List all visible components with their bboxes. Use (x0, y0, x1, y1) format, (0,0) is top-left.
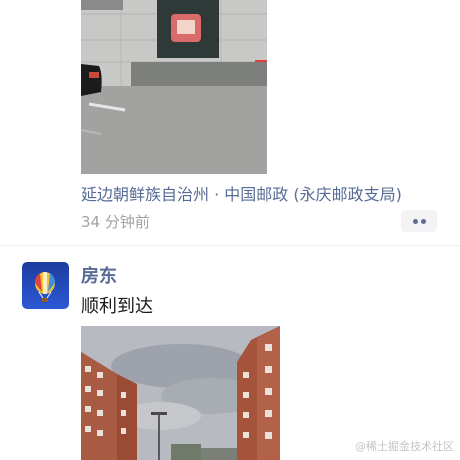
buildings-scene-image (81, 326, 280, 460)
post-photo-street[interactable]: 邮 (81, 0, 267, 174)
username[interactable]: 房东 (81, 262, 117, 288)
post-text: 顺利到达 (81, 296, 153, 317)
post-divider (0, 245, 460, 246)
more-options-button[interactable] (401, 210, 437, 232)
street-scene-image: 邮 (81, 0, 267, 174)
hot-air-balloon-icon (34, 272, 56, 302)
location-link[interactable]: 延边朝鲜族自治州 · 中国邮政 (永庆邮政支局) (81, 181, 402, 205)
more-dots-icon (420, 218, 426, 224)
post-photo-buildings[interactable] (81, 326, 280, 460)
avatar[interactable] (22, 262, 69, 309)
more-dots-icon (412, 218, 418, 224)
post-timestamp: 34 分钟前 (81, 213, 150, 231)
watermark: @稀土掘金技术社区 (355, 440, 454, 453)
